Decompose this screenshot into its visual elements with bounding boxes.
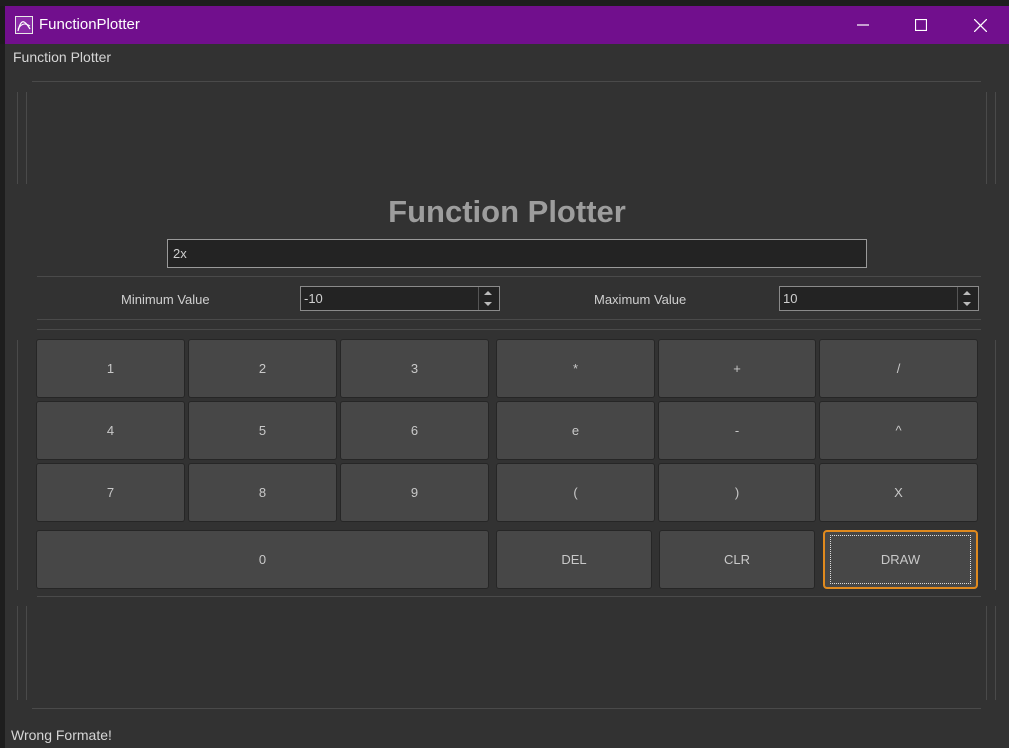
frame-edge [986, 92, 987, 184]
spin-up-icon[interactable] [484, 291, 492, 295]
focus-indicator [830, 535, 971, 584]
minimize-icon [857, 24, 869, 26]
key-8[interactable]: 8 [188, 463, 337, 522]
frame-edge [995, 92, 996, 184]
frame-edge [17, 606, 18, 700]
maximize-button[interactable] [892, 6, 950, 44]
spin-arrows[interactable] [957, 287, 978, 310]
key-1[interactable]: 1 [36, 339, 185, 398]
frame-edge [26, 92, 27, 184]
max-value: 10 [783, 291, 798, 306]
divider [37, 276, 981, 277]
maximize-icon [915, 19, 927, 31]
min-value: -10 [304, 291, 323, 306]
divider [37, 319, 981, 320]
key-plus[interactable]: + [658, 339, 816, 398]
key-open-paren[interactable]: ( [496, 463, 655, 522]
title-bar[interactable]: FunctionPlotter [5, 6, 1009, 44]
key-9[interactable]: 9 [340, 463, 489, 522]
key-close-paren[interactable]: ) [658, 463, 816, 522]
divider [37, 596, 981, 597]
key-divide[interactable]: / [819, 339, 978, 398]
key-2[interactable]: 2 [188, 339, 337, 398]
key-0[interactable]: 0 [36, 530, 489, 589]
app-window: FunctionPlotter Function Plotter Functio… [5, 6, 1009, 748]
clr-button[interactable]: CLR [659, 530, 815, 589]
frame-edge [17, 92, 18, 184]
min-value-spinbox[interactable]: -10 [300, 286, 500, 311]
menu-label: Function Plotter [13, 49, 112, 65]
draw-button[interactable]: DRAW [823, 530, 978, 589]
key-e[interactable]: e [496, 401, 655, 460]
divider [32, 81, 981, 82]
app-icon [15, 16, 33, 34]
min-value-label: Minimum Value [121, 292, 210, 307]
spin-down-icon[interactable] [484, 302, 492, 306]
window-title: FunctionPlotter [39, 16, 140, 33]
frame-edge [26, 606, 27, 700]
close-icon [973, 18, 987, 32]
frame-edge [995, 606, 996, 700]
status-bar-message: Wrong Formate! [11, 727, 112, 743]
spin-down-icon[interactable] [963, 302, 971, 306]
key-7[interactable]: 7 [36, 463, 185, 522]
del-button[interactable]: DEL [496, 530, 652, 589]
key-minus[interactable]: - [658, 401, 816, 460]
frame-edge [986, 606, 987, 700]
key-4[interactable]: 4 [36, 401, 185, 460]
minimize-button[interactable] [834, 6, 892, 44]
key-6[interactable]: 6 [340, 401, 489, 460]
page-title: Function Plotter [388, 194, 626, 229]
max-value-spinbox[interactable]: 10 [779, 286, 979, 311]
frame-edge [995, 340, 996, 590]
close-button[interactable] [951, 6, 1009, 44]
key-x[interactable]: X [819, 463, 978, 522]
key-power[interactable]: ^ [819, 401, 978, 460]
key-multiply[interactable]: * [496, 339, 655, 398]
key-3[interactable]: 3 [340, 339, 489, 398]
max-value-label: Maximum Value [594, 292, 687, 307]
spin-up-icon[interactable] [963, 291, 971, 295]
frame-edge [17, 340, 18, 590]
divider [32, 708, 981, 709]
key-5[interactable]: 5 [188, 401, 337, 460]
function-input[interactable] [167, 239, 867, 268]
spin-arrows[interactable] [478, 287, 499, 310]
divider [37, 329, 981, 330]
